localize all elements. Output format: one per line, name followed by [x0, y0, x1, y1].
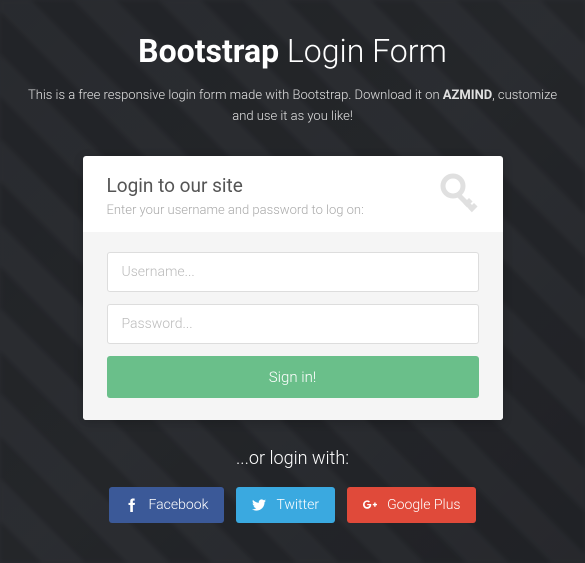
page-container: Bootstrap Login Form This is a free resp…: [0, 0, 585, 563]
page-subtitle: This is a free responsive login form mad…: [23, 86, 563, 128]
social-buttons-row: Facebook Twitter Google Plus: [109, 487, 477, 523]
page-title-light: Login Form: [287, 32, 447, 70]
or-login-with-label: ...or login with:: [236, 448, 349, 469]
googleplus-icon: [363, 498, 377, 512]
login-card: Login to our site Enter your username an…: [83, 156, 503, 420]
googleplus-button[interactable]: Google Plus: [347, 487, 476, 523]
subtitle-pre: This is a free responsive login form mad…: [28, 88, 443, 103]
signin-button[interactable]: Sign in!: [107, 356, 479, 398]
card-subtitle: Enter your username and password to log …: [107, 203, 479, 218]
googleplus-label: Google Plus: [387, 497, 460, 513]
card-body: Sign in!: [83, 232, 503, 420]
subtitle-link[interactable]: AZMIND: [443, 88, 492, 103]
twitter-label: Twitter: [276, 497, 319, 513]
page-title-bold: Bootstrap: [138, 32, 279, 70]
facebook-button[interactable]: Facebook: [109, 487, 225, 523]
twitter-button[interactable]: Twitter: [236, 487, 335, 523]
facebook-icon: [125, 498, 139, 512]
key-icon: [437, 170, 485, 218]
page-title: Bootstrap Login Form: [138, 32, 447, 70]
password-input[interactable]: [107, 304, 479, 344]
username-input[interactable]: [107, 252, 479, 292]
card-header: Login to our site Enter your username an…: [83, 156, 503, 232]
card-title: Login to our site: [107, 174, 479, 197]
twitter-icon: [252, 498, 266, 512]
facebook-label: Facebook: [149, 497, 209, 513]
